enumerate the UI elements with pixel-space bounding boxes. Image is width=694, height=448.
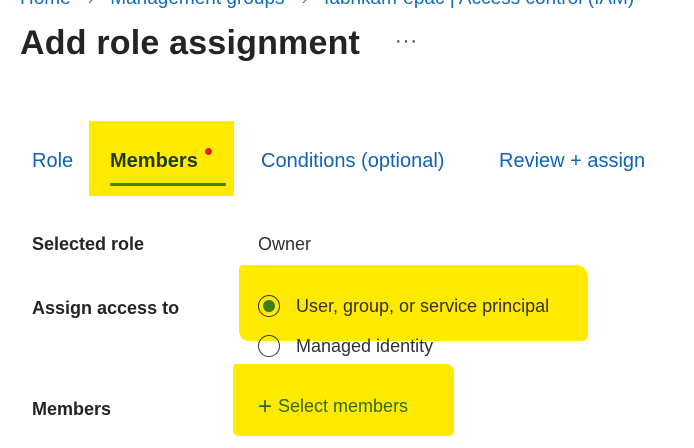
select-members-label: Select members — [278, 396, 409, 416]
selected-role-label: Selected role — [32, 234, 145, 254]
add-role-assignment-page: Home › Management groups › fabrikam-epac… — [0, 0, 694, 448]
radio-label-user-group: User, group, or service principal — [296, 295, 550, 316]
selected-role-value: Owner — [258, 234, 312, 254]
tab-members-indicator-dot — [205, 148, 212, 155]
select-members-link[interactable]: + Select members — [258, 392, 409, 420]
radio-button-checked[interactable] — [258, 295, 280, 317]
radio-dot — [263, 300, 275, 312]
tab-members-underline — [110, 183, 226, 186]
breadcrumb-item-access-control[interactable]: fabrikam-epac | Access control (IAM) — [324, 0, 634, 9]
breadcrumb-separator: › — [302, 0, 307, 8]
radio-button-unchecked[interactable] — [258, 335, 280, 357]
plus-icon: + — [258, 392, 273, 420]
tab-role[interactable]: Role — [32, 150, 73, 173]
members-label: Members — [32, 399, 112, 419]
radio-option-user-group-service-principal[interactable]: User, group, or service principal — [258, 295, 549, 317]
radio-option-managed-identity[interactable]: Managed identity — [258, 335, 433, 357]
breadcrumb-separator: › — [88, 0, 93, 8]
breadcrumb: Home › Management groups › fabrikam-epac… — [20, 0, 634, 10]
more-options-button[interactable]: ··· — [395, 30, 418, 53]
breadcrumb-item-management-groups[interactable]: Management groups — [110, 0, 284, 9]
tab-conditions[interactable]: Conditions (optional) — [261, 150, 444, 173]
page-title: Add role assignment — [20, 24, 361, 62]
assign-access-label: Assign access to — [32, 298, 180, 318]
tab-review-assign[interactable]: Review + assign — [499, 150, 645, 173]
tab-members[interactable]: Members — [110, 150, 198, 173]
radio-label-managed-identity: Managed identity — [296, 335, 434, 356]
breadcrumb-item-home[interactable]: Home — [20, 0, 71, 9]
